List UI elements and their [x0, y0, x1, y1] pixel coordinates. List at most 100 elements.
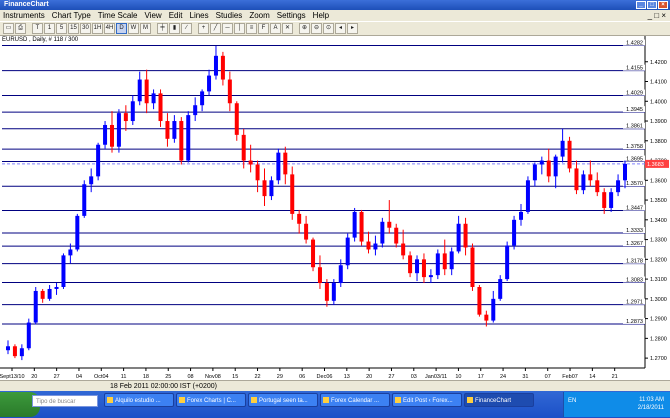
bar-chart-icon[interactable]: ╪ — [157, 23, 168, 34]
candle-body — [290, 174, 295, 214]
candle-body — [366, 241, 371, 250]
candle-body — [200, 91, 205, 106]
maximize-button[interactable]: □ — [647, 1, 657, 9]
zoom-out-icon[interactable]: ⊖ — [311, 23, 322, 34]
task-button[interactable]: Portugal seen ta... — [248, 393, 318, 407]
candle-chart-icon[interactable]: ▮ — [169, 23, 180, 34]
language-indicator[interactable]: EN — [568, 398, 576, 404]
menu-studies[interactable]: Studies — [216, 10, 243, 21]
candle-body — [297, 213, 302, 224]
candle-body — [68, 249, 73, 256]
clock[interactable]: 11:03 AM 2/18/2011 — [638, 396, 664, 412]
chart-background — [0, 36, 670, 380]
candle-body — [6, 346, 10, 351]
line-chart-icon[interactable]: ∕ — [181, 23, 192, 34]
close-button[interactable]: × — [658, 1, 668, 9]
text-icon[interactable]: A — [270, 23, 281, 34]
task-button[interactable]: Edit Post ‹ Forex... — [392, 393, 462, 407]
candle-body — [421, 259, 426, 278]
candle-body — [470, 247, 475, 287]
candle-body — [213, 55, 218, 76]
timeframe-15-button[interactable]: 15 — [68, 23, 79, 34]
crosshair-icon[interactable]: + — [198, 23, 209, 34]
channel-icon[interactable]: ≡ — [246, 23, 257, 34]
candle-body — [137, 79, 142, 102]
candle-body — [158, 93, 163, 122]
open-icon[interactable]: ▭ — [3, 23, 14, 34]
timeframe-m-button[interactable]: M — [140, 23, 151, 34]
minimize-button[interactable]: _ — [636, 1, 646, 9]
y-tick-label: 1.3900 — [650, 119, 667, 125]
candle-body — [40, 290, 45, 299]
candle-body — [234, 103, 239, 135]
chart-area[interactable]: 1.4282 1.4155 1.4029 1.3945 1.3861 1.3758 1.36… — [0, 36, 670, 380]
system-tray: EN 11:03 AM 2/18/2011 — [563, 392, 670, 417]
menu-chart-type[interactable]: Chart Type — [52, 10, 91, 21]
candle-body — [401, 243, 406, 256]
candle-body — [567, 140, 572, 169]
task-button[interactable]: Forex Charts | C... — [176, 393, 246, 407]
zoom-fit-icon[interactable]: ⊙ — [323, 23, 334, 34]
menu-instruments[interactable]: Instruments — [3, 10, 45, 21]
candle-body — [602, 192, 607, 208]
app-icon — [107, 397, 113, 403]
candle-body — [435, 253, 440, 276]
scroll-right-icon[interactable]: ▸ — [347, 23, 358, 34]
h-level-label: 1.3333 — [626, 228, 643, 234]
candle-body — [179, 121, 184, 161]
timeframe-d-button[interactable]: D — [116, 23, 127, 34]
timeframe-w-button[interactable]: W — [128, 23, 139, 34]
candle-body — [311, 239, 316, 268]
candle-body — [255, 164, 260, 181]
menu-zoom[interactable]: Zoom — [249, 10, 269, 21]
scroll-left-icon[interactable]: ◂ — [335, 23, 346, 34]
menu-view[interactable]: View — [145, 10, 162, 21]
h-level-label: 1.3267 — [626, 241, 643, 247]
fibonacci-icon[interactable]: F — [258, 23, 269, 34]
timeframe-1h-button[interactable]: 1H — [92, 23, 103, 34]
timeframe-t-button[interactable]: T — [32, 23, 43, 34]
menu-edit[interactable]: Edit — [169, 10, 183, 21]
candle-body — [123, 113, 128, 122]
taskbar-search-input[interactable]: Tipo de buscar — [32, 395, 98, 407]
candle-body — [525, 180, 530, 212]
task-button-active[interactable]: FinanceChart — [464, 393, 534, 407]
timeframe-1-button[interactable]: 1 — [44, 23, 55, 34]
app-icon — [395, 397, 401, 403]
menu-help[interactable]: Help — [313, 10, 329, 21]
candle-body — [595, 180, 600, 193]
candle-body — [623, 163, 627, 181]
candle-body — [553, 156, 558, 177]
candle-body — [304, 223, 309, 240]
menu-settings[interactable]: Settings — [277, 10, 306, 21]
price-chart[interactable]: 1.4282 1.4155 1.4029 1.3945 1.3861 1.3758 1.36… — [0, 36, 670, 380]
app-icon — [467, 397, 473, 403]
candle-body — [116, 113, 121, 147]
candle-body — [317, 267, 322, 284]
zoom-in-icon[interactable]: ⊕ — [299, 23, 310, 34]
y-tick-label: 1.4000 — [650, 99, 667, 105]
mdi-controls[interactable]: _ □ × — [648, 10, 666, 21]
vline-icon[interactable]: │ — [234, 23, 245, 34]
y-tick-label: 1.2700 — [650, 356, 667, 362]
y-tick-label: 1.3100 — [650, 277, 667, 283]
h-level-label: 1.3178 — [626, 259, 643, 265]
timeframe-30-button[interactable]: 30 — [80, 23, 91, 34]
timeframe-4h-button[interactable]: 4H — [104, 23, 115, 34]
trendline-icon[interactable]: ╱ — [210, 23, 221, 34]
print-icon[interactable]: ⎙ — [15, 23, 26, 34]
delete-icon[interactable]: ✕ — [282, 23, 293, 34]
candle-body — [89, 176, 94, 185]
candle-body — [82, 184, 87, 216]
y-tick-label: 1.3300 — [650, 238, 667, 244]
menu-time-scale[interactable]: Time Scale — [98, 10, 138, 21]
candle-body — [151, 93, 156, 104]
y-tick-label: 1.3200 — [650, 257, 667, 263]
task-button[interactable]: Forex Calendar ... — [320, 393, 390, 407]
title-bar: FinanceChart _ □ × — [0, 0, 670, 10]
y-tick-label: 1.3400 — [650, 218, 667, 224]
menu-lines[interactable]: Lines — [190, 10, 209, 21]
hline-icon[interactable]: ─ — [222, 23, 233, 34]
task-button[interactable]: Alquilo estudio ... — [104, 393, 174, 407]
timeframe-5-button[interactable]: 5 — [56, 23, 67, 34]
